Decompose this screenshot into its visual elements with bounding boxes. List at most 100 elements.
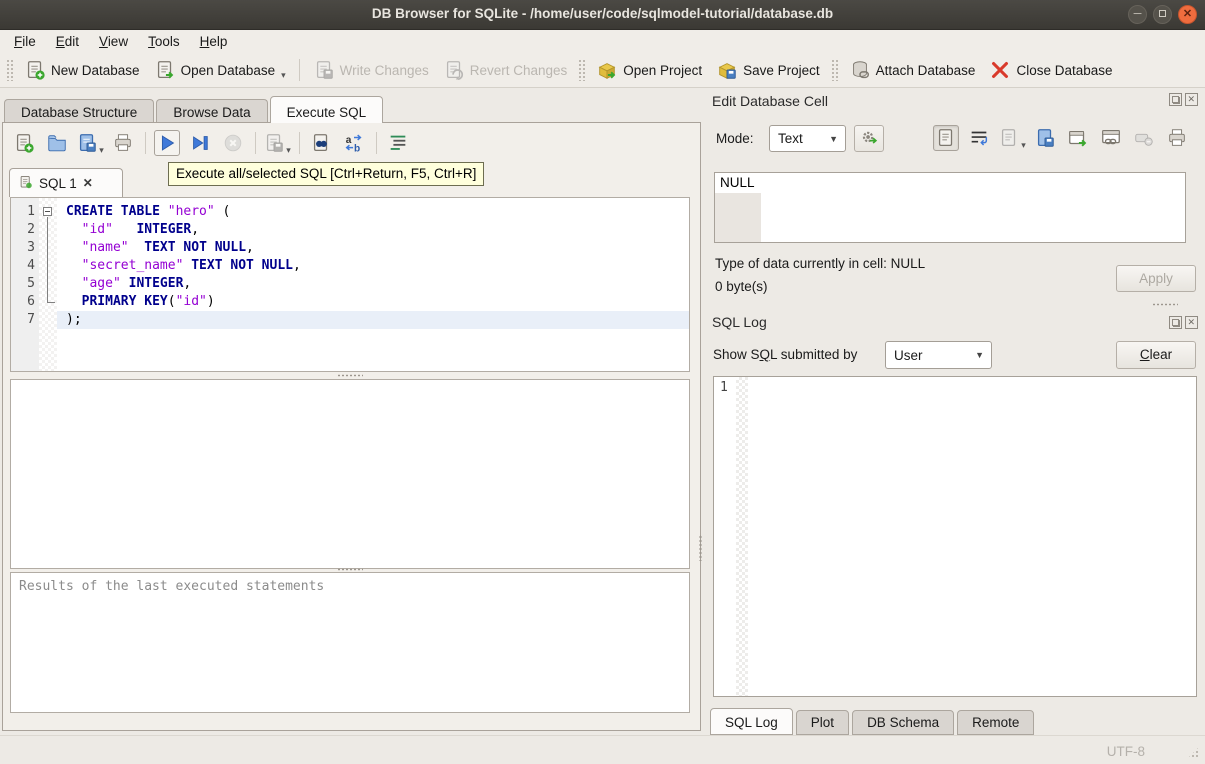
fold-guide-end	[47, 302, 55, 303]
close-dock-icon[interactable]	[1185, 316, 1198, 329]
log-fold-margin	[736, 377, 748, 696]
menu-file[interactable]: File	[4, 32, 46, 51]
write-changes-button-label: Write Changes	[339, 62, 429, 78]
fold-margin[interactable]	[39, 198, 57, 371]
code-line-1: CREATE TABLE "hero" (	[66, 204, 231, 219]
titlebar[interactable]: DB Browser for SQLite - /home/user/code/…	[0, 0, 1205, 30]
find-button[interactable]	[308, 130, 334, 156]
sql-open-icon	[46, 132, 68, 154]
db-new-icon	[24, 59, 46, 81]
db-close-icon	[989, 59, 1011, 81]
window-title: DB Browser for SQLite - /home/user/code/…	[371, 6, 834, 21]
export-data-button[interactable]	[1032, 125, 1058, 151]
toolbar-separator	[145, 132, 146, 154]
import-doc-icon	[998, 127, 1020, 149]
tab-plot[interactable]: Plot	[795, 710, 850, 735]
dropdown-caret-icon[interactable]: ▾	[286, 145, 291, 156]
close-icon[interactable]: ✕	[1178, 5, 1197, 24]
minimize-icon[interactable]: ─	[1128, 5, 1147, 24]
tab-database-structure[interactable]: Database Structure	[4, 99, 155, 123]
attach-database-button-label: Attach Database	[875, 62, 976, 78]
find-replace-button[interactable]: ab	[341, 130, 367, 156]
tab-execute-sql[interactable]: Execute SQL	[269, 96, 384, 123]
mode-label: Mode:	[716, 131, 754, 146]
save-project-button[interactable]: Save Project	[709, 55, 827, 85]
sql-log-view[interactable]: 1	[713, 376, 1197, 697]
sql-document-tab-label: SQL 1	[39, 175, 77, 191]
import-data-button: ▾	[998, 125, 1026, 151]
open-sql-file-button[interactable]	[44, 130, 70, 156]
play-line-icon	[189, 132, 211, 154]
results-grid-pane	[10, 379, 690, 569]
cell-type-label: Type of data currently in cell: NULL	[715, 256, 926, 271]
menu-tools[interactable]: Tools	[138, 32, 190, 51]
save-results-icon	[263, 132, 285, 154]
open-external-button[interactable]	[1065, 125, 1091, 151]
text-mode-button[interactable]	[933, 125, 959, 151]
save-sql-file-button[interactable]: ▾	[77, 130, 104, 156]
format-sql-button[interactable]	[385, 130, 411, 156]
open-database-button[interactable]: Open Database ▾	[147, 55, 293, 85]
export-window-icon	[1067, 127, 1089, 149]
new-database-button-label: New Database	[51, 62, 140, 78]
fold-collapse-icon[interactable]	[43, 207, 52, 216]
encoding-label: UTF-8	[1106, 744, 1145, 759]
print-sql-button[interactable]	[110, 130, 136, 156]
close-dock-icon[interactable]	[1185, 93, 1198, 106]
menu-help[interactable]: Help	[190, 32, 238, 51]
cell-toolbar: ▾	[933, 125, 1190, 151]
revert-changes-button-label: Revert Changes	[469, 62, 568, 78]
splitter-handle[interactable]	[10, 373, 690, 378]
cell-mode-select[interactable]: Text ▼	[769, 125, 846, 152]
panel-splitter-handle[interactable]	[698, 528, 703, 568]
execute-all-button[interactable]	[154, 130, 180, 156]
code-line-2: "id" INTEGER,	[81, 222, 200, 237]
tab-remote[interactable]: Remote	[957, 710, 1035, 735]
new-database-button[interactable]: New Database	[17, 55, 147, 85]
float-dock-icon[interactable]	[1169, 316, 1182, 329]
project-save-icon	[716, 59, 738, 81]
log-filter-label: Show SQL submitted by	[713, 347, 858, 362]
line-number: 6	[27, 294, 35, 309]
float-dock-icon[interactable]	[1169, 93, 1182, 106]
dropdown-caret-icon[interactable]: ▾	[281, 70, 286, 81]
auto-mode-button[interactable]	[854, 125, 884, 152]
copy-link-button[interactable]	[1098, 125, 1124, 151]
menubar: File Edit View Tools Help	[0, 30, 1205, 53]
cell-value-editor[interactable]: NULL	[714, 172, 1186, 243]
printer-icon	[1166, 127, 1188, 149]
close-database-button[interactable]: Close Database	[982, 55, 1119, 85]
set-null-button	[1131, 125, 1157, 151]
line-number: 1	[27, 204, 35, 219]
sql-code-editor[interactable]: 1 CREATE TABLE "hero" (2 "id" INTEGER, 3 "…	[10, 197, 690, 372]
menu-edit[interactable]: Edit	[46, 32, 89, 51]
line-number: 4	[27, 258, 35, 273]
maximize-icon[interactable]	[1153, 5, 1172, 24]
clear-log-button[interactable]: Clear	[1116, 341, 1196, 369]
dropdown-caret-icon[interactable]: ▾	[99, 145, 104, 156]
dock-splitter-handle[interactable]	[825, 302, 1205, 307]
tab-sql-log[interactable]: SQL Log	[710, 708, 793, 735]
cell-value: NULL	[720, 175, 755, 190]
print-cell-button[interactable]	[1164, 125, 1190, 151]
close-sql-tab-icon[interactable]: ✕	[83, 176, 93, 190]
code-line-6: PRIMARY KEY("id")	[81, 294, 215, 309]
word-wrap-button[interactable]	[966, 125, 992, 151]
sql-document-tab[interactable]: SQL 1 ✕	[9, 168, 123, 197]
stop-icon	[222, 132, 244, 154]
db-attach-icon	[849, 59, 871, 81]
tab-browse-data[interactable]: Browse Data	[156, 99, 268, 123]
open-project-button[interactable]: Open Project	[589, 55, 709, 85]
resize-grip[interactable]	[1187, 746, 1200, 759]
write-changes-button: Write Changes	[306, 55, 436, 85]
toolbar-grip	[578, 59, 586, 81]
execute-current-line-button[interactable]	[187, 130, 213, 156]
code-line-5: "age" INTEGER,	[81, 276, 192, 291]
attach-database-button[interactable]: Attach Database	[842, 55, 983, 85]
new-sql-tab-button[interactable]	[11, 130, 37, 156]
sql-document-icon	[18, 174, 33, 193]
menu-view[interactable]: View	[89, 32, 138, 51]
tab-db-schema[interactable]: DB Schema	[852, 710, 955, 735]
toolbar-separator	[255, 132, 256, 154]
log-filter-select[interactable]: User ▼	[885, 341, 992, 369]
